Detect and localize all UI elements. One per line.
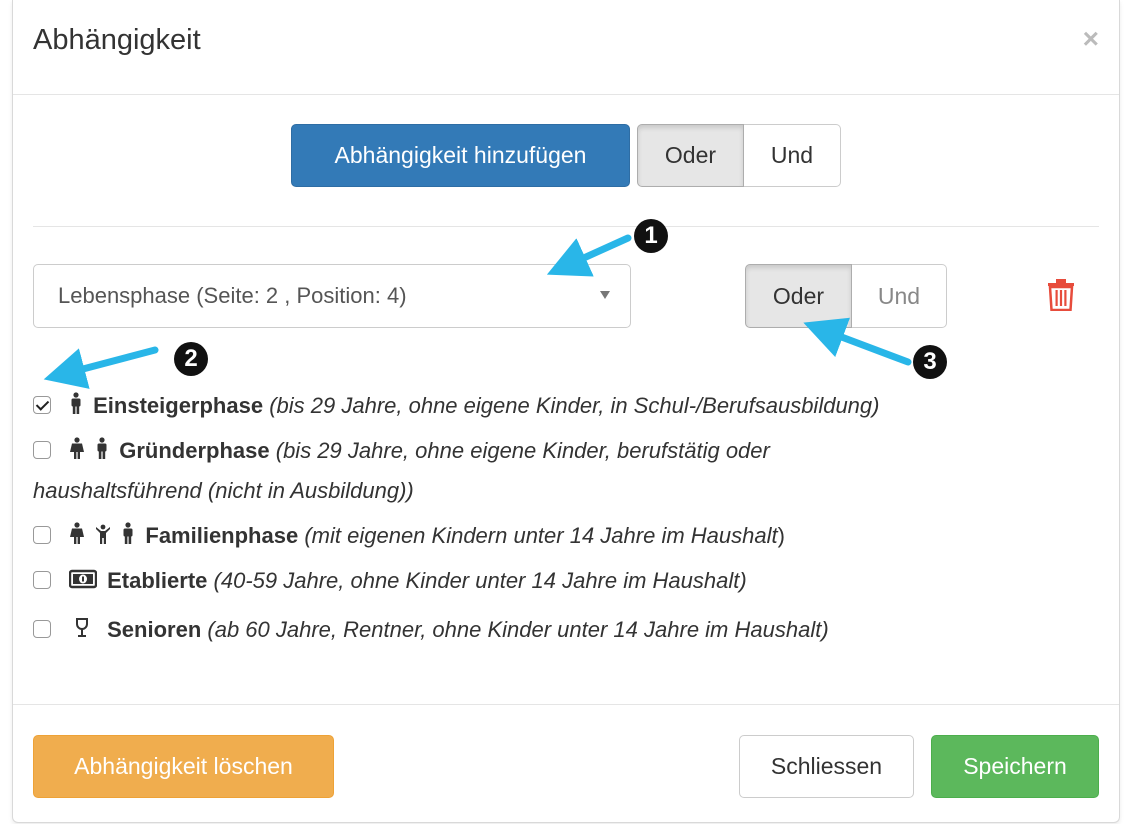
option-name: Familienphase xyxy=(145,523,299,548)
option-description: (bis 29 Jahre, ohne eigene Kinder, in Sc… xyxy=(269,393,880,418)
option-description: (mit eigenen Kindern unter 14 Jahre im H… xyxy=(304,523,778,548)
child-icon xyxy=(95,519,111,555)
close-button[interactable]: Schliessen xyxy=(739,735,914,798)
annotation-badge-1: 1 xyxy=(634,219,668,253)
option-checkbox[interactable] xyxy=(33,620,51,638)
condition-und-button[interactable]: Und xyxy=(852,264,947,328)
female-icon xyxy=(69,434,85,470)
option-name: Senioren xyxy=(107,617,202,642)
top-und-button[interactable]: Und xyxy=(744,124,841,187)
glass-icon xyxy=(75,613,89,649)
save-button[interactable]: Speichern xyxy=(931,735,1099,798)
option-description-tail: ) xyxy=(777,523,785,548)
condition-oder-button[interactable]: Oder xyxy=(745,264,852,328)
option-description: (ab 60 Jahre, Rentner, ohne Kinder unter… xyxy=(207,617,829,642)
close-icon[interactable]: × xyxy=(1083,24,1099,54)
delete-dependency-button[interactable]: Abhängigkeit löschen xyxy=(33,735,334,798)
option-description: (40-59 Jahre, ohne Kinder unter 14 Jahre… xyxy=(213,568,747,593)
option-name: Etablierte xyxy=(107,568,208,593)
option-description-cont: haushaltsführend (nicht in Ausbildung)) xyxy=(33,478,414,503)
option-checkbox[interactable] xyxy=(33,441,51,459)
male-icon xyxy=(69,389,83,425)
section-divider xyxy=(33,226,1099,227)
money-icon xyxy=(68,564,98,600)
option-description: (bis 29 Jahre, ohne eigene Kinder, beruf… xyxy=(275,438,770,463)
dependency-dialog: Abhängigkeit × Abhängigkeit hinzufügen O… xyxy=(12,0,1120,823)
option-checkbox[interactable] xyxy=(33,526,51,544)
footer-divider xyxy=(13,704,1119,705)
option-name: Gründerphase xyxy=(119,438,270,463)
annotation-badge-2: 2 xyxy=(174,342,208,376)
option-name: Einsteigerphase xyxy=(93,393,264,418)
caret-down-icon xyxy=(600,291,610,299)
option-checkbox[interactable] xyxy=(33,571,51,589)
male-icon xyxy=(95,434,109,470)
question-select[interactable]: Lebensphase (Seite: 2 , Position: 4) xyxy=(33,264,631,328)
female-icon xyxy=(69,519,85,555)
trash-icon[interactable] xyxy=(1047,279,1075,316)
annotation-badge-3: 3 xyxy=(913,345,947,379)
header-divider xyxy=(13,94,1119,95)
option-checkbox[interactable] xyxy=(33,396,51,414)
question-select-value: Lebensphase (Seite: 2 , Position: 4) xyxy=(58,283,407,308)
dialog-title: Abhängigkeit xyxy=(33,24,201,56)
top-oder-button[interactable]: Oder xyxy=(637,124,744,187)
male-icon xyxy=(121,519,135,555)
add-dependency-button[interactable]: Abhängigkeit hinzufügen xyxy=(291,124,630,187)
